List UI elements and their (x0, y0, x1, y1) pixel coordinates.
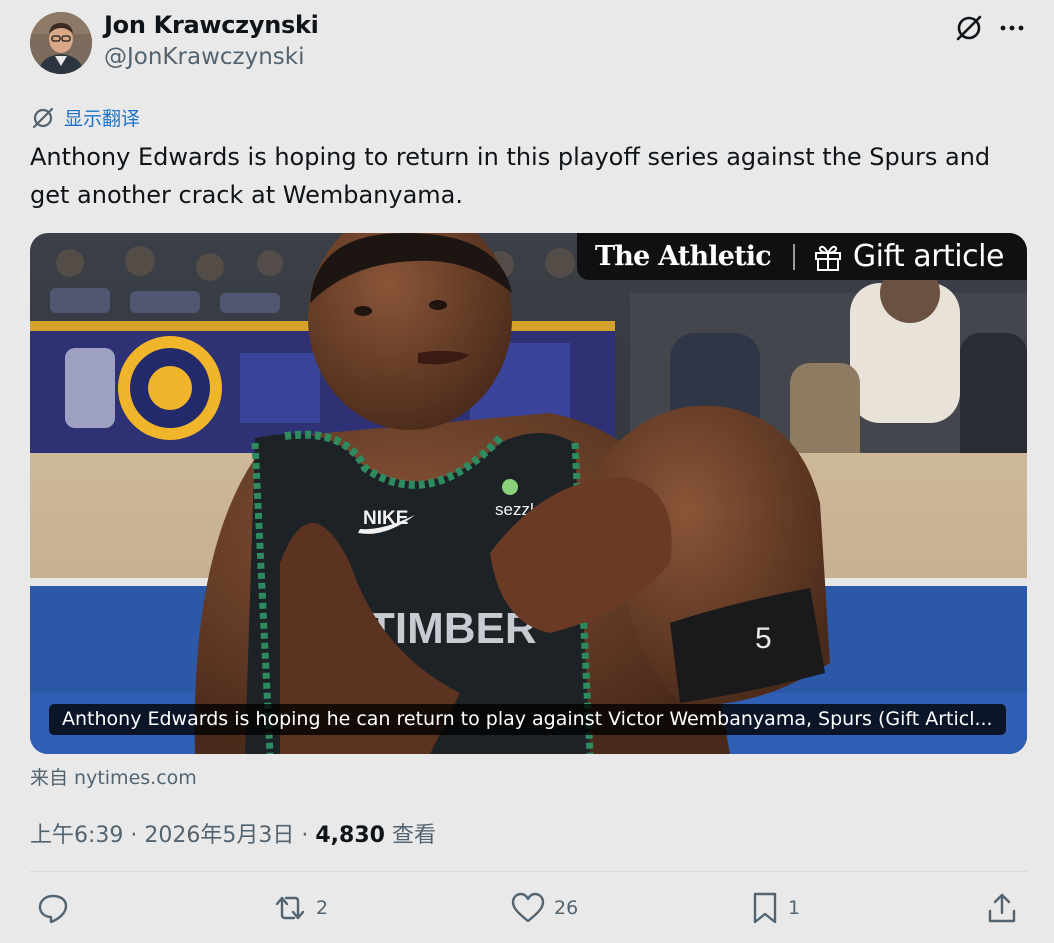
translate-icon (32, 107, 54, 128)
reply-icon (38, 894, 68, 924)
show-translation-link[interactable]: 显示翻译 (30, 104, 140, 131)
tweet-text: Anthony Edwards is hoping to return in t… (30, 143, 991, 209)
tweet-timestamp[interactable]: 上午6:39 · 2026年5月3日 · (30, 823, 315, 848)
divider (30, 871, 1027, 872)
reply-button[interactable] (36, 891, 78, 925)
like-count: 26 (554, 897, 579, 919)
like-icon (511, 892, 545, 923)
gift-icon (814, 245, 841, 271)
translate-label: 显示翻译 (64, 108, 141, 130)
repost-count: 2 (316, 897, 329, 919)
more-icon[interactable] (996, 12, 1028, 44)
brand-logo: The Athletic (595, 241, 772, 272)
wristband-number: 5 (755, 622, 772, 655)
bookmark-count: 1 (788, 897, 801, 919)
card-caption: Anthony Edwards is hoping he can return … (49, 704, 1006, 735)
grok-icon[interactable] (953, 12, 985, 44)
article-photo: NIKE sezzle TIMBER 5 (30, 233, 1027, 754)
repost-button[interactable]: 2 (272, 891, 328, 925)
tweet-meta: 上午6:39 · 2026年5月3日 · 4,830 查看 (30, 817, 436, 849)
share-icon (988, 893, 1016, 923)
gift-article-banner[interactable]: The Athletic Gift article (577, 233, 1027, 280)
gift-article-label: Gift article (852, 239, 1005, 274)
svg-text:NIKE: NIKE (363, 508, 408, 529)
like-button[interactable]: 26 (510, 891, 578, 925)
link-source[interactable]: 来自 nytimes.com (30, 763, 197, 790)
author-name[interactable]: Jon Krawczynski (104, 11, 319, 39)
bookmark-button[interactable]: 1 (750, 891, 800, 925)
link-card[interactable]: NIKE sezzle TIMBER 5 The Athletic Gift a… (30, 233, 1027, 754)
bookmark-icon (753, 892, 777, 924)
brand-separator (792, 243, 795, 270)
avatar-image (30, 12, 92, 74)
avatar[interactable] (30, 12, 92, 74)
share-button[interactable] (985, 891, 1019, 925)
views-label: 查看 (384, 823, 436, 848)
repost-icon (275, 896, 305, 920)
author-handle[interactable]: @JonKrawczynski (104, 44, 304, 70)
views-count: 4,830 (315, 823, 385, 848)
